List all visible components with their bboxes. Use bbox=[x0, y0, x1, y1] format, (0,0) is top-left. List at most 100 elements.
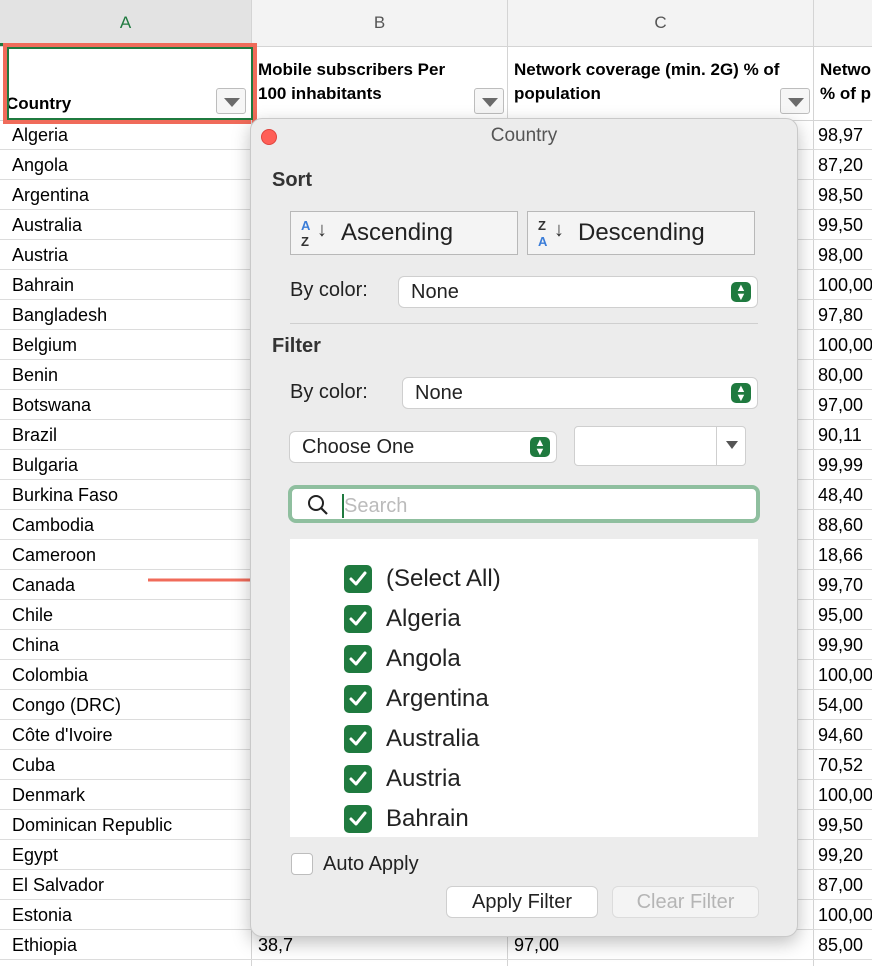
cell-country[interactable]: Egypt bbox=[0, 840, 252, 870]
condition-value-combo[interactable] bbox=[574, 426, 746, 466]
sort-descending-icon: Z A ↓ bbox=[538, 218, 564, 249]
cell-d[interactable]: 80,00 bbox=[814, 360, 872, 390]
cell-d[interactable]: 90,11 bbox=[814, 420, 872, 450]
checkbox-box[interactable] bbox=[291, 853, 313, 875]
cell-country[interactable]: Brazil bbox=[0, 420, 252, 450]
sort-descending-button[interactable]: Z A ↓ Descending bbox=[527, 211, 755, 255]
cell-d[interactable]: 100,00 bbox=[814, 330, 872, 360]
sort-by-color-label: By color: bbox=[290, 279, 368, 301]
search-icon bbox=[308, 495, 328, 515]
cell-country[interactable]: Algeria bbox=[0, 120, 252, 150]
cell-country[interactable]: El Salvador bbox=[0, 870, 252, 900]
filter-by-color-label: By color: bbox=[290, 381, 368, 403]
cell-country[interactable]: Denmark bbox=[0, 780, 252, 810]
cell-d[interactable]: 97,80 bbox=[814, 300, 872, 330]
cell-country[interactable]: Chile bbox=[0, 600, 252, 630]
sort-descending-label: Descending bbox=[578, 219, 705, 246]
cell-country[interactable]: Cambodia bbox=[0, 510, 252, 540]
cell-d[interactable]: 99,20 bbox=[814, 840, 872, 870]
cell-d[interactable]: 18,66 bbox=[814, 540, 872, 570]
checkbox-checked-icon[interactable] bbox=[344, 645, 372, 673]
cell-d[interactable]: 99,70 bbox=[814, 570, 872, 600]
cell-d[interactable]: 99,90 bbox=[814, 630, 872, 660]
cell-d[interactable]: 100,00 bbox=[814, 780, 872, 810]
cell-country[interactable]: Australia bbox=[0, 210, 252, 240]
cell-d[interactable]: 99,99 bbox=[814, 450, 872, 480]
highlight-box-annotation bbox=[3, 43, 257, 124]
chevron-updown-icon: ▲ ▼ bbox=[530, 437, 550, 458]
cell-country[interactable]: Bulgaria bbox=[0, 450, 252, 480]
cell-country[interactable]: Cameroon bbox=[0, 540, 252, 570]
cell-d[interactable]: 88,60 bbox=[814, 510, 872, 540]
cell-country[interactable]: Colombia bbox=[0, 660, 252, 690]
filter-value-label: Bahrain bbox=[386, 805, 469, 832]
cell-d[interactable]: 94,60 bbox=[814, 720, 872, 750]
header-cell-partial[interactable]: Netwo % of p bbox=[814, 46, 872, 120]
cell-d[interactable]: 100,00 bbox=[814, 270, 872, 300]
cell-d[interactable]: 98,50 bbox=[814, 180, 872, 210]
cell-d[interactable]: 98,97 bbox=[814, 120, 872, 150]
cell-d[interactable]: 99,50 bbox=[814, 210, 872, 240]
cell-d[interactable]: 100,00 bbox=[814, 660, 872, 690]
cell-d[interactable]: 87,20 bbox=[814, 150, 872, 180]
cell-country[interactable]: Angola bbox=[0, 150, 252, 180]
header-partial-line1: Netwo bbox=[820, 60, 871, 79]
column-header-c[interactable]: C bbox=[508, 0, 814, 46]
cell-d[interactable]: 97,00 bbox=[814, 390, 872, 420]
condition-select-value: Choose One bbox=[302, 436, 415, 458]
search-box[interactable] bbox=[288, 485, 760, 523]
chevron-updown-icon: ▲ ▼ bbox=[731, 282, 751, 303]
checkbox-checked-icon[interactable] bbox=[344, 805, 372, 833]
auto-apply-label: Auto Apply bbox=[323, 853, 419, 875]
cell-d[interactable]: 100,00 bbox=[814, 900, 872, 930]
checkbox-checked-icon[interactable] bbox=[344, 565, 372, 593]
cell-country[interactable]: Ethiopia bbox=[0, 930, 252, 960]
sort-ascending-icon: A Z ↓ bbox=[301, 218, 327, 249]
search-input[interactable] bbox=[342, 491, 746, 521]
cell-d[interactable]: 54,00 bbox=[814, 690, 872, 720]
cell-country[interactable]: Dominican Republic bbox=[0, 810, 252, 840]
cell-country[interactable]: Botswana bbox=[0, 390, 252, 420]
cell-country[interactable]: Austria bbox=[0, 240, 252, 270]
sort-ascending-button[interactable]: A Z ↓ Ascending bbox=[290, 211, 518, 255]
cell-country[interactable]: Estonia bbox=[0, 900, 252, 930]
cell-d[interactable]: 99,50 bbox=[814, 810, 872, 840]
cell-country[interactable]: Burkina Faso bbox=[0, 480, 252, 510]
cell-country[interactable]: Bahrain bbox=[0, 270, 252, 300]
filter-heading: Filter bbox=[272, 335, 321, 357]
cell-country[interactable]: Congo (DRC) bbox=[0, 690, 252, 720]
cell-country[interactable]: Benin bbox=[0, 360, 252, 390]
header-cell-coverage[interactable]: Network coverage (min. 2G) % of populati… bbox=[508, 46, 814, 120]
filter-value-label: Argentina bbox=[386, 685, 489, 712]
cell-country[interactable]: China bbox=[0, 630, 252, 660]
cell-d[interactable]: 95,00 bbox=[814, 600, 872, 630]
cell-d[interactable]: 70,52 bbox=[814, 750, 872, 780]
chevron-down-icon[interactable] bbox=[726, 441, 738, 449]
checkbox-checked-icon[interactable] bbox=[344, 605, 372, 633]
cell-d[interactable]: 85,00 bbox=[814, 930, 872, 960]
cell-country[interactable]: Côte d'Ivoire bbox=[0, 720, 252, 750]
filter-value-label: (Select All) bbox=[386, 565, 501, 592]
apply-filter-button[interactable]: Apply Filter bbox=[446, 886, 598, 918]
cell-d[interactable]: 98,00 bbox=[814, 240, 872, 270]
column-header-b[interactable]: B bbox=[252, 0, 508, 46]
filter-dropdown-mobile[interactable] bbox=[474, 88, 504, 114]
column-header-d[interactable] bbox=[814, 0, 872, 46]
header-cell-mobile[interactable]: Mobile subscribers Per 100 inhabitants bbox=[252, 46, 508, 120]
checkbox-checked-icon[interactable] bbox=[344, 765, 372, 793]
checkbox-checked-icon[interactable] bbox=[344, 725, 372, 753]
cell-country[interactable]: Bangladesh bbox=[0, 300, 252, 330]
filter-dropdown-coverage[interactable] bbox=[780, 88, 810, 114]
column-header-a[interactable]: A bbox=[0, 0, 252, 46]
sort-by-color-select[interactable]: None ▲ ▼ bbox=[398, 276, 758, 308]
cell-country[interactable]: Cuba bbox=[0, 750, 252, 780]
condition-select[interactable]: Choose One ▲ ▼ bbox=[289, 431, 557, 463]
cell-d[interactable]: 48,40 bbox=[814, 480, 872, 510]
checkbox-checked-icon[interactable] bbox=[344, 685, 372, 713]
cell-country[interactable]: Argentina bbox=[0, 180, 252, 210]
cell-d[interactable]: 87,00 bbox=[814, 870, 872, 900]
clear-filter-button[interactable]: Clear Filter bbox=[612, 886, 759, 918]
filter-by-color-select[interactable]: None ▲ ▼ bbox=[402, 377, 758, 409]
cell-country[interactable]: Belgium bbox=[0, 330, 252, 360]
filter-value-label: Austria bbox=[386, 765, 461, 792]
